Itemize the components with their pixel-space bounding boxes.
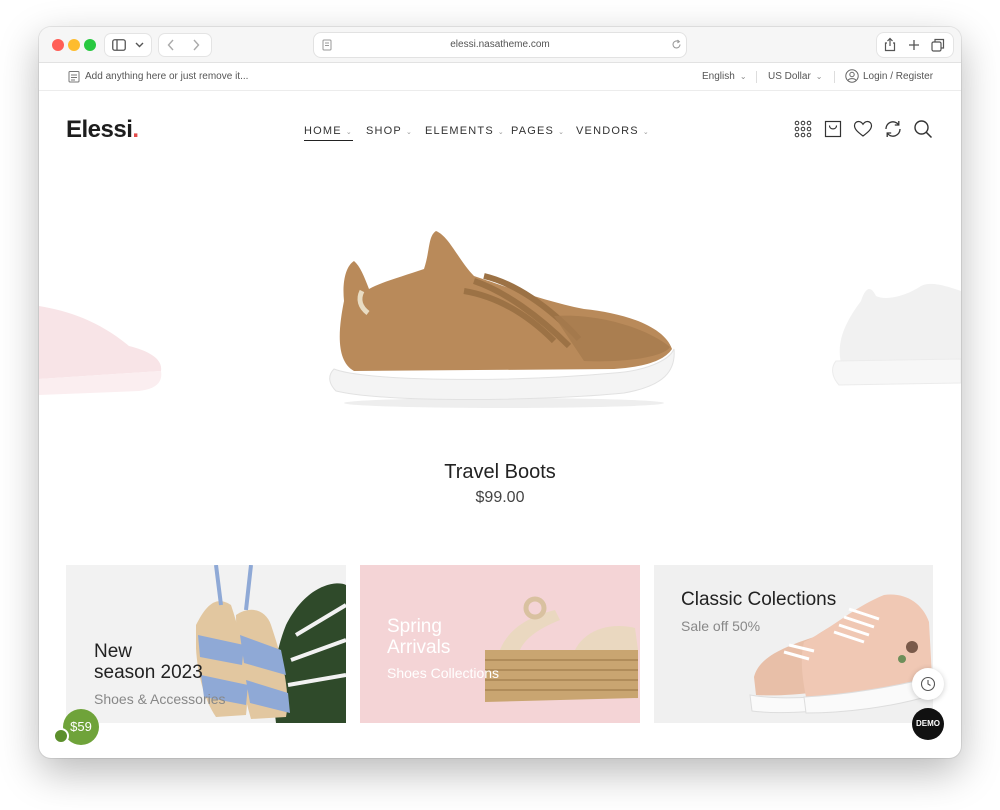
- browser-window: elessi.nasatheme.com Add anything here o…: [39, 27, 961, 758]
- forward-arrow-icon[interactable]: [192, 39, 200, 51]
- banner-title: New season 2023: [94, 641, 203, 683]
- browser-toolbar: elessi.nasatheme.com: [39, 27, 961, 63]
- clock-icon: [920, 676, 936, 692]
- topbar-divider: [834, 71, 835, 83]
- nav-item-elements[interactable]: ELEMENTS ⌄: [425, 125, 505, 137]
- nav-item-shop[interactable]: SHOP ⌄: [366, 125, 413, 137]
- chevron-down-icon: ⌄: [739, 72, 747, 81]
- hero-slider[interactable]: Travel Boots $99.00: [39, 171, 961, 561]
- url-text: elessi.nasatheme.com: [450, 39, 550, 50]
- hero-product-title[interactable]: Travel Boots: [39, 461, 961, 484]
- sidebar-toggle-button[interactable]: [105, 34, 151, 56]
- banner-classic-collections[interactable]: Classic Colections Sale off 50%: [654, 565, 933, 723]
- nav-label: PAGES: [511, 125, 555, 137]
- chevron-down-icon: ⌄: [642, 129, 650, 136]
- chevron-down-icon: ⌄: [405, 129, 414, 136]
- cart-icon[interactable]: [823, 119, 843, 139]
- banner-title-line2: Arrivals: [387, 637, 451, 658]
- share-icon[interactable]: [884, 37, 896, 52]
- nav-item-pages[interactable]: PAGES ⌄: [511, 125, 565, 137]
- zoom-window-button[interactable]: [84, 39, 96, 51]
- demo-button[interactable]: DEMO: [912, 708, 944, 740]
- banner-title-line2: season 2023: [94, 662, 203, 683]
- travel-boots-image: [329, 231, 675, 408]
- nav-label: VENDORS: [576, 125, 639, 137]
- nav-item-home[interactable]: HOME ⌄: [304, 125, 353, 141]
- history-navigation: [159, 34, 211, 56]
- nav-label: SHOP: [366, 125, 402, 137]
- grid-menu-icon[interactable]: [793, 119, 813, 139]
- right-slide-shoe-image: [832, 283, 961, 386]
- chevron-down-icon: ⌄: [815, 72, 823, 81]
- nav-item-vendors[interactable]: VENDORS ⌄: [576, 125, 650, 137]
- sidebar-icon: [112, 39, 126, 51]
- tabs-overview-icon[interactable]: [931, 38, 945, 52]
- site-logo[interactable]: Elessi.: [66, 116, 139, 144]
- wishlist-heart-icon[interactable]: [853, 119, 873, 139]
- login-register-link[interactable]: Login / Register: [863, 71, 933, 82]
- browser-actions: [877, 33, 953, 57]
- new-tab-icon[interactable]: [908, 39, 920, 51]
- search-icon[interactable]: [913, 119, 933, 139]
- close-window-button[interactable]: [52, 39, 64, 51]
- chevron-down-icon: ⌄: [345, 129, 353, 136]
- back-arrow-icon[interactable]: [167, 39, 175, 51]
- left-slide-shoe-image: [39, 306, 162, 395]
- leaf-badge-icon: [53, 728, 69, 744]
- banner-new-season[interactable]: New season 2023 Shoes & Accessories: [66, 565, 346, 723]
- topbar-divider: [756, 71, 757, 83]
- site-header: Elessi. HOME ⌄ SHOP ⌄ ELEMENTS ⌄ PAGES ⌄ VEN…: [39, 91, 961, 171]
- banner-subtitle: Sale off 50%: [681, 618, 761, 634]
- currency-selector[interactable]: US Dollar ⌄: [768, 71, 823, 82]
- language-selector[interactable]: English ⌄: [702, 71, 747, 82]
- price-badge[interactable]: $59: [63, 709, 99, 745]
- site-topbar: Add anything here or just remove it... E…: [39, 63, 961, 91]
- banner-title-line1: Spring: [387, 616, 442, 637]
- topbar-message: Add anything here or just remove it...: [85, 71, 249, 82]
- nav-label: HOME: [304, 125, 342, 137]
- notepad-icon: [68, 71, 80, 83]
- banner-spring-arrivals[interactable]: Spring Arrivals Shoes Collections: [360, 565, 640, 723]
- espadrille-image: [485, 596, 638, 702]
- banner-subtitle: Shoes Collections: [387, 665, 500, 681]
- recently-viewed-button[interactable]: [912, 668, 944, 700]
- hero-product-price: $99.00: [475, 489, 525, 506]
- logo-text: Elessi: [66, 116, 133, 143]
- chevron-down-icon: ⌄: [558, 129, 566, 136]
- currency-label: US Dollar: [768, 71, 811, 82]
- chevron-down-icon: [135, 42, 144, 48]
- reload-icon[interactable]: [671, 39, 682, 50]
- banner-title: Classic Colections: [681, 589, 837, 610]
- banner-title-line1: New: [94, 641, 133, 662]
- nav-label: ELEMENTS: [425, 125, 494, 137]
- language-label: English: [702, 71, 735, 82]
- compare-icon[interactable]: [883, 119, 903, 139]
- address-bar[interactable]: elessi.nasatheme.com: [314, 33, 686, 57]
- chevron-down-icon: ⌄: [497, 129, 505, 136]
- user-icon: [845, 69, 859, 83]
- banner-subtitle: Shoes & Accessories: [94, 691, 226, 707]
- minimize-window-button[interactable]: [68, 39, 80, 51]
- logo-dot: .: [132, 116, 139, 143]
- banner-title: Spring Arrivals: [387, 616, 450, 658]
